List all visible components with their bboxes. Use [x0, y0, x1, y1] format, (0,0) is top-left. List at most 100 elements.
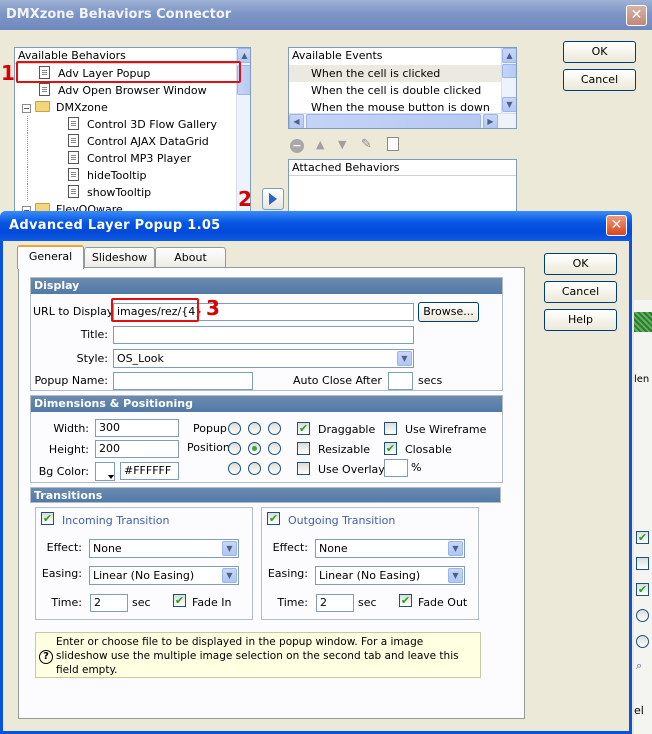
move-down-icon[interactable]: ▼	[338, 138, 346, 151]
background-panel-edge: len ✔ ✔ ⌕ el	[634, 300, 652, 734]
tab-about[interactable]: About	[155, 247, 226, 268]
events-rows: When the cell is clicked When the cell i…	[289, 65, 502, 116]
step-number: 3	[206, 296, 220, 320]
easing-label: Easing:	[267, 567, 308, 580]
popup-position-label: Popup	[193, 422, 227, 435]
title-input[interactable]	[113, 326, 414, 344]
ok-button[interactable]: OK	[544, 253, 617, 275]
attached-behaviors-list[interactable]: Attached Behaviors	[288, 159, 517, 215]
folder-icon	[35, 101, 50, 112]
position-top-center-radio[interactable]	[248, 422, 261, 435]
cancel-button[interactable]: Cancel	[544, 281, 617, 303]
behavior-label: hideTooltip	[87, 169, 147, 182]
dimensions-section: Dimensions & Positioning Width: 300 Heig…	[30, 395, 503, 483]
background-checkbox[interactable]: ✔	[636, 583, 649, 596]
help-button[interactable]: Help	[544, 309, 617, 331]
bgcolor-input[interactable]: #FFFFFF	[120, 462, 179, 480]
behavior-item[interactable]: Control 3D Flow Gallery	[27, 116, 237, 133]
style-select[interactable]: OS_Look ▼	[113, 349, 414, 368]
event-item[interactable]: When the cell is clicked	[289, 65, 502, 82]
resizable-checkbox[interactable]	[297, 442, 310, 455]
position-top-left-radio[interactable]	[228, 422, 241, 435]
ok-button[interactable]: OK	[563, 41, 636, 63]
auto-close-input[interactable]	[388, 372, 413, 390]
effect-value: None	[93, 542, 122, 555]
use-overlay-checkbox[interactable]	[297, 462, 310, 475]
behavior-item[interactable]: Adv Open Browser Window	[19, 82, 237, 99]
chevron-down-icon[interactable]: ▼	[397, 351, 412, 366]
incoming-transition-group: ✔ Incoming Transition Effect: None ▼ Easi…	[35, 507, 253, 620]
wrench-icon[interactable]: ✎	[361, 137, 377, 152]
use-wireframe-checkbox[interactable]	[384, 422, 397, 435]
position-top-right-radio[interactable]	[268, 422, 281, 435]
width-input[interactable]: 300	[95, 419, 179, 437]
incoming-time-input[interactable]: 2	[90, 594, 128, 612]
behavior-item[interactable]: showTooltip	[27, 184, 237, 201]
background-radio[interactable]	[636, 635, 649, 648]
tab-general[interactable]: General	[17, 245, 84, 269]
chevron-down-icon[interactable]: ▼	[222, 541, 237, 556]
background-checkbox[interactable]: ✔	[636, 531, 649, 544]
position-bottom-left-radio[interactable]	[228, 462, 241, 475]
available-events-list[interactable]: Available Events When the cell is clicke…	[288, 47, 517, 129]
closable-label: Closable	[405, 443, 452, 456]
overlay-opacity-input[interactable]	[384, 459, 408, 477]
scroll-right-icon[interactable]: ▶	[483, 114, 498, 128]
events-hscrollbar[interactable]: ◀ ▶	[289, 113, 516, 128]
add-behavior-button[interactable]	[262, 188, 284, 210]
scroll-down-icon[interactable]: ▼	[502, 97, 516, 112]
collapse-icon[interactable]: −	[22, 104, 31, 113]
clip-icon[interactable]: ⌕	[636, 659, 650, 672]
incoming-easing-select[interactable]: Linear (No Easing) ▼	[89, 566, 239, 585]
advanced-layer-popup-dialog: Advanced Layer Popup 1.05 ✕ General Slid…	[0, 211, 632, 734]
background-checkbox[interactable]	[636, 557, 649, 570]
new-document-icon[interactable]	[387, 137, 399, 151]
behavior-item[interactable]: hideTooltip	[27, 167, 237, 184]
events-vscrollbar[interactable]: ▲ ▼	[501, 48, 516, 113]
close-icon[interactable]: ✕	[606, 215, 627, 236]
browse-button[interactable]: Browse...	[418, 302, 479, 322]
draggable-checkbox[interactable]: ✔	[297, 422, 310, 435]
position-middle-right-radio[interactable]	[268, 442, 281, 455]
tab-slideshow[interactable]: Slideshow	[84, 247, 155, 268]
color-swatch[interactable]	[95, 462, 115, 481]
outgoing-effect-select[interactable]: None ▼	[315, 539, 465, 558]
scroll-thumb[interactable]	[502, 64, 516, 78]
remove-icon[interactable]: −	[290, 139, 304, 153]
scroll-thumb[interactable]	[306, 114, 481, 128]
move-up-icon[interactable]: ▲	[316, 138, 324, 151]
position-bottom-center-radio[interactable]	[248, 462, 261, 475]
chevron-down-icon	[108, 475, 114, 479]
chevron-down-icon[interactable]: ▼	[448, 541, 463, 556]
outgoing-time-input[interactable]: 2	[316, 594, 354, 612]
background-radio[interactable]	[636, 609, 649, 622]
height-label: Height:	[48, 443, 89, 456]
behavior-folder[interactable]: − DMXzone	[19, 99, 237, 116]
chevron-down-icon[interactable]: ▼	[222, 568, 237, 583]
incoming-transition-checkbox[interactable]: ✔	[41, 512, 54, 525]
incoming-effect-select[interactable]: None ▼	[89, 539, 239, 558]
closable-checkbox[interactable]: ✔	[384, 442, 397, 455]
outgoing-easing-select[interactable]: Linear (No Easing) ▼	[315, 566, 465, 585]
behavior-label: Control 3D Flow Gallery	[87, 118, 218, 131]
position-middle-left-radio[interactable]	[228, 442, 241, 455]
close-icon[interactable]: ✕	[626, 5, 647, 26]
fade-in-checkbox[interactable]: ✔	[173, 594, 186, 607]
chevron-down-icon[interactable]: ▼	[448, 568, 463, 583]
time-label: Time:	[51, 596, 82, 609]
event-item[interactable]: When the cell is double clicked	[289, 82, 502, 99]
outgoing-transition-checkbox[interactable]: ✔	[267, 512, 280, 525]
fade-out-checkbox[interactable]: ✔	[399, 594, 412, 607]
height-input[interactable]: 200	[95, 440, 179, 458]
scroll-left-icon[interactable]: ◀	[289, 114, 304, 128]
overlay-unit: %	[411, 461, 422, 474]
popup-name-input[interactable]	[113, 372, 253, 390]
section-header: Display	[31, 278, 502, 294]
scroll-up-icon[interactable]: ▲	[502, 48, 516, 63]
behavior-item[interactable]: Control AJAX DataGrid	[27, 133, 237, 150]
position-center-radio[interactable]	[248, 442, 261, 455]
position-bottom-right-radio[interactable]	[268, 462, 281, 475]
cancel-button[interactable]: Cancel	[563, 69, 636, 91]
title-label: Title:	[80, 328, 108, 341]
behavior-item[interactable]: Control MP3 Player	[27, 150, 237, 167]
